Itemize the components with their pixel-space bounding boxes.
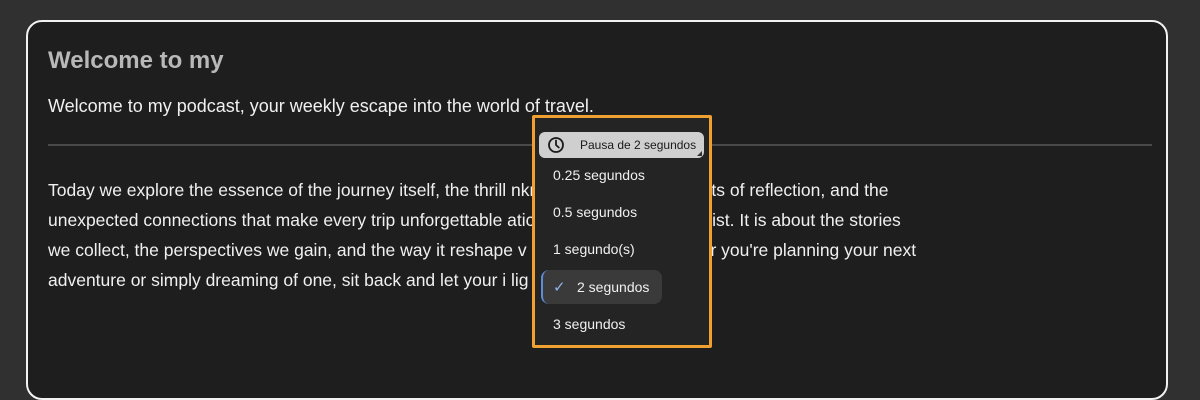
menu-option-0-25-segundos[interactable]: 0.25 segundos (541, 158, 663, 192)
menu-option-1-segundo[interactable]: 1 segundo(s) (541, 232, 663, 266)
document-title: Welcome to my (48, 47, 224, 74)
menu-option-label: 3 segundos (553, 316, 626, 332)
pause-duration-trigger[interactable]: Pausa de 2 segundos (539, 132, 704, 158)
menu-option-2-segundos[interactable]: ✓ 2 segundos (541, 270, 662, 304)
menu-option-0-5-segundos[interactable]: 0.5 segundos (541, 195, 663, 229)
pause-duration-trigger-label: Pausa de 2 segundos (580, 138, 697, 152)
checkmark-icon: ✓ (553, 279, 566, 296)
menu-option-3-segundos[interactable]: 3 segundos (541, 307, 663, 341)
clock-icon (547, 136, 565, 154)
menu-option-label: 2 segundos (577, 279, 650, 295)
menu-option-label: 1 segundo(s) (553, 241, 635, 257)
resize-corner-icon (697, 151, 702, 156)
pause-duration-menu: Pausa de 2 segundos 0.25 segundos 0.5 se… (532, 115, 712, 348)
menu-option-label: 0.5 segundos (553, 204, 638, 220)
menu-option-label: 0.25 segundos (553, 167, 645, 183)
intro-paragraph[interactable]: Welcome to my podcast, your weekly escap… (48, 96, 594, 117)
